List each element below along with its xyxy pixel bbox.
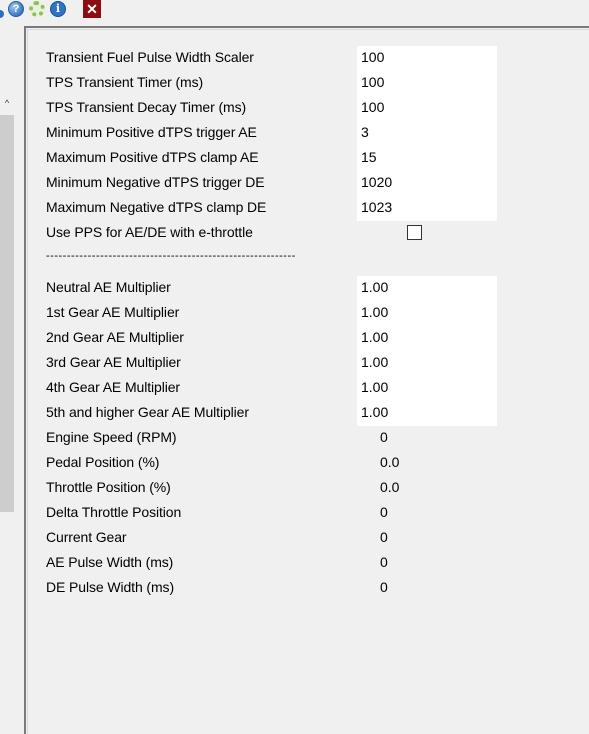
param-label: 4th Gear AE Multiplier (46, 379, 180, 395)
readout-value: 0 (380, 554, 388, 570)
param-row: TPS Transient Decay Timer (ms) 100 (46, 96, 546, 121)
param-value[interactable]: 100 (361, 49, 384, 65)
param-label: 5th and higher Gear AE Multiplier (46, 404, 249, 420)
readout-value: 0 (380, 529, 388, 545)
param-label: Neutral AE Multiplier (46, 279, 171, 295)
gear-icon[interactable] (29, 1, 45, 17)
pps-option-checkbox[interactable] (407, 225, 422, 240)
readout-value: 0.0 (380, 479, 400, 495)
param-label: Maximum Positive dTPS clamp AE (46, 149, 259, 165)
param-row: TPS Transient Timer (ms) 100 (46, 71, 546, 96)
param-value[interactable]: 1.00 (361, 304, 388, 320)
param-value-field[interactable]: 1.00 (357, 401, 497, 426)
scroll-up-button[interactable]: ^ (1, 97, 13, 109)
param-value-field[interactable]: 3 (357, 121, 497, 146)
pps-option-row: Use PPS for AE/DE with e-throttle (46, 221, 546, 246)
readout-label: Pedal Position (%) (46, 454, 160, 470)
readout-value: 0.0 (380, 454, 400, 470)
param-row: 4th Gear AE Multiplier 1.00 (46, 376, 546, 401)
param-row: Minimum Negative dTPS trigger DE 1020 (46, 171, 546, 196)
readout-label: Engine Speed (RPM) (46, 429, 177, 445)
param-label: Maximum Negative dTPS clamp DE (46, 199, 267, 215)
param-label: Minimum Positive dTPS trigger AE (46, 124, 257, 140)
readout-label: Current Gear (46, 529, 127, 545)
param-row: 2nd Gear AE Multiplier 1.00 (46, 326, 546, 351)
param-label: TPS Transient Decay Timer (ms) (46, 99, 247, 115)
param-value[interactable]: 100 (361, 99, 384, 115)
readout-row: Current Gear 0 (46, 526, 546, 551)
param-value-field[interactable]: 1.00 (357, 326, 497, 351)
param-label: Transient Fuel Pulse Width Scaler (46, 49, 254, 65)
readout-value: 0 (380, 429, 388, 445)
param-value-field[interactable]: 100 (357, 96, 497, 121)
pane-splitter[interactable] (16, 26, 24, 734)
toolbar: ? i ✕ (0, 0, 589, 24)
param-value[interactable]: 1.00 (361, 404, 388, 420)
info-icon[interactable]: i (50, 1, 66, 17)
param-label: Minimum Negative dTPS trigger DE (46, 174, 265, 190)
readout-value: 0 (380, 504, 388, 520)
param-value[interactable]: 1.00 (361, 329, 388, 345)
readout-row: AE Pulse Width (ms) 0 (46, 551, 546, 576)
param-value-field[interactable]: 100 (357, 46, 497, 71)
readout-label: DE Pulse Width (ms) (46, 579, 175, 595)
readout-label: Delta Throttle Position (46, 504, 182, 520)
param-row: 1st Gear AE Multiplier 1.00 (46, 301, 546, 326)
param-row: 3rd Gear AE Multiplier 1.00 (46, 351, 546, 376)
param-label: 1st Gear AE Multiplier (46, 304, 180, 320)
help-icon[interactable]: ? (8, 1, 24, 17)
param-row: 5th and higher Gear AE Multiplier 1.00 (46, 401, 546, 426)
readout-row: DE Pulse Width (ms) 0 (46, 576, 546, 601)
param-value[interactable]: 1020 (361, 174, 392, 190)
readout-row: Delta Throttle Position 0 (46, 501, 546, 526)
param-row: Minimum Positive dTPS trigger AE 3 (46, 121, 546, 146)
pps-option-label: Use PPS for AE/DE with e-throttle (46, 224, 253, 240)
param-row: Transient Fuel Pulse Width Scaler 100 (46, 46, 546, 71)
readout-row: Engine Speed (RPM) 0 (46, 426, 546, 451)
param-value-field[interactable]: 1.00 (357, 351, 497, 376)
left-tree-pane: ^ (0, 26, 16, 734)
parameter-panel-body: Transient Fuel Pulse Width Scaler 100 TP… (27, 29, 589, 734)
param-value[interactable]: 1.00 (361, 379, 388, 395)
readout-row: Throttle Position (%) 0.0 (46, 476, 546, 501)
param-value[interactable]: 3 (361, 124, 369, 140)
param-value[interactable]: 15 (361, 149, 377, 165)
param-value[interactable]: 1023 (361, 199, 392, 215)
param-value-field[interactable]: 1.00 (357, 376, 497, 401)
close-icon[interactable]: ✕ (83, 0, 101, 18)
param-value-field[interactable]: 1.00 (357, 276, 497, 301)
param-row: Neutral AE Multiplier 1.00 (46, 276, 546, 301)
param-value-field[interactable]: 100 (357, 71, 497, 96)
param-value[interactable]: 100 (361, 74, 384, 90)
readout-label: Throttle Position (%) (46, 479, 171, 495)
param-label: 3rd Gear AE Multiplier (46, 354, 181, 370)
param-value-field[interactable]: 1020 (357, 171, 497, 196)
param-value-field[interactable]: 1023 (357, 196, 497, 221)
param-value[interactable]: 1.00 (361, 354, 388, 370)
readout-label: AE Pulse Width (ms) (46, 554, 174, 570)
section-separator: ----------------------------------------… (46, 250, 296, 262)
parameter-panel: Transient Fuel Pulse Width Scaler 100 TP… (24, 26, 589, 734)
tree-expand-icon[interactable] (0, 10, 4, 18)
param-value-field[interactable]: 15 (357, 146, 497, 171)
readout-row: Pedal Position (%) 0.0 (46, 451, 546, 476)
param-value[interactable]: 1.00 (361, 279, 388, 295)
param-label: 2nd Gear AE Multiplier (46, 329, 184, 345)
param-label: TPS Transient Timer (ms) (46, 74, 204, 90)
readout-value: 0 (380, 579, 388, 595)
scrollbar-thumb[interactable] (0, 115, 14, 512)
param-value-field[interactable]: 1.00 (357, 301, 497, 326)
param-row: Maximum Negative dTPS clamp DE 1023 (46, 196, 546, 221)
param-row: Maximum Positive dTPS clamp AE 15 (46, 146, 546, 171)
